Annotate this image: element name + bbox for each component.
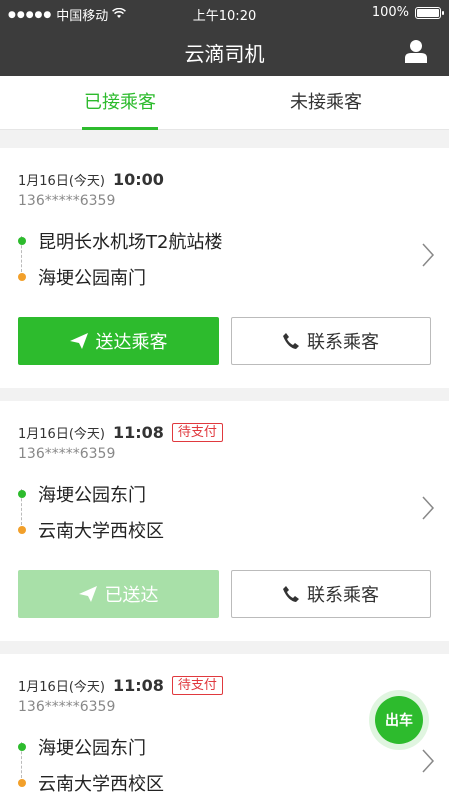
battery-percent: 100% bbox=[371, 5, 409, 20]
chevron-right-icon[interactable] bbox=[421, 242, 435, 268]
order-card[interactable]: 1月16日(今天) 10:00 136*****6359 昆明长水机场T2航站楼… bbox=[0, 148, 449, 388]
order-date: 1月16日(今天) bbox=[18, 427, 105, 442]
pickup-dot-icon bbox=[18, 237, 26, 245]
page-title: 云滴司机 bbox=[184, 42, 265, 66]
send-icon bbox=[69, 333, 88, 349]
send-icon bbox=[78, 586, 97, 602]
status-badge: 待支付 bbox=[171, 676, 223, 695]
start-driving-button[interactable]: 出车 bbox=[375, 696, 423, 744]
contact-passenger-label: 联系乘客 bbox=[307, 585, 379, 606]
pickup-address: 昆明长水机场T2航站楼 bbox=[38, 232, 223, 253]
status-right: 100% bbox=[371, 5, 444, 20]
dropoff-location: 云南大学西校区 bbox=[18, 770, 164, 796]
chevron-right-icon[interactable] bbox=[421, 748, 435, 774]
deliver-passenger-button[interactable]: 送达乘客 bbox=[18, 317, 219, 365]
order-datetime: 1月16日(今天) 11:08 待支付 bbox=[18, 676, 223, 695]
pickup-dot-icon bbox=[18, 743, 26, 751]
order-time: 10:00 bbox=[112, 170, 164, 189]
dropoff-address: 云南大学西校区 bbox=[38, 774, 164, 795]
dropoff-dot-icon bbox=[18, 273, 26, 281]
dropoff-address: 海埂公园南门 bbox=[38, 268, 146, 289]
nav-bar: 云滴司机 bbox=[0, 26, 449, 76]
passenger-phone: 136*****6359 bbox=[18, 446, 116, 462]
passenger-phone: 136*****6359 bbox=[18, 699, 116, 715]
order-date: 1月16日(今天) bbox=[18, 680, 105, 695]
tab-bar: 已接乘客 未接乘客 bbox=[0, 76, 449, 130]
pickup-address: 海埂公园东门 bbox=[38, 738, 146, 759]
order-date: 1月16日(今天) bbox=[18, 174, 105, 189]
order-datetime: 1月16日(今天) 11:08 待支付 bbox=[18, 423, 223, 442]
delivered-label: 已送达 bbox=[104, 585, 159, 606]
order-time: 11:08 bbox=[112, 423, 164, 442]
deliver-passenger-label: 送达乘客 bbox=[95, 332, 168, 353]
pickup-location: 海埂公园东门 bbox=[18, 481, 146, 507]
pickup-dot-icon bbox=[18, 490, 26, 498]
chevron-right-icon[interactable] bbox=[421, 495, 435, 521]
battery-icon bbox=[415, 6, 444, 19]
pickup-address: 海埂公园东门 bbox=[38, 485, 146, 506]
tab-picked-up[interactable]: 已接乘客 bbox=[8, 76, 232, 130]
dropoff-dot-icon bbox=[18, 779, 26, 787]
contact-passenger-label: 联系乘客 bbox=[307, 332, 379, 353]
pickup-location: 昆明长水机场T2航站楼 bbox=[18, 228, 222, 254]
order-datetime: 1月16日(今天) 10:00 bbox=[18, 170, 164, 189]
order-time: 11:08 bbox=[112, 676, 164, 695]
contact-passenger-button[interactable]: 联系乘客 bbox=[231, 570, 431, 618]
status-badge: 待支付 bbox=[171, 423, 223, 442]
dropoff-location: 云南大学西校区 bbox=[18, 517, 164, 543]
pickup-location: 海埂公园东门 bbox=[18, 734, 146, 760]
tab-not-picked-up[interactable]: 未接乘客 bbox=[214, 76, 438, 130]
dropoff-location: 海埂公园南门 bbox=[18, 264, 146, 290]
profile-icon[interactable] bbox=[405, 39, 427, 63]
tab-underline bbox=[82, 127, 158, 130]
phone-icon bbox=[283, 333, 299, 349]
passenger-phone: 136*****6359 bbox=[18, 193, 116, 209]
delivered-button: 已送达 bbox=[18, 570, 219, 618]
status-bar: ●●●●● 中国移动 上午10:20 100% bbox=[0, 0, 449, 26]
contact-passenger-button[interactable]: 联系乘客 bbox=[231, 317, 431, 365]
phone-icon bbox=[283, 586, 299, 602]
dropoff-address: 云南大学西校区 bbox=[38, 521, 164, 542]
dropoff-dot-icon bbox=[18, 526, 26, 534]
order-card[interactable]: 1月16日(今天) 11:08 待支付 136*****6359 海埂公园东门 … bbox=[0, 401, 449, 641]
